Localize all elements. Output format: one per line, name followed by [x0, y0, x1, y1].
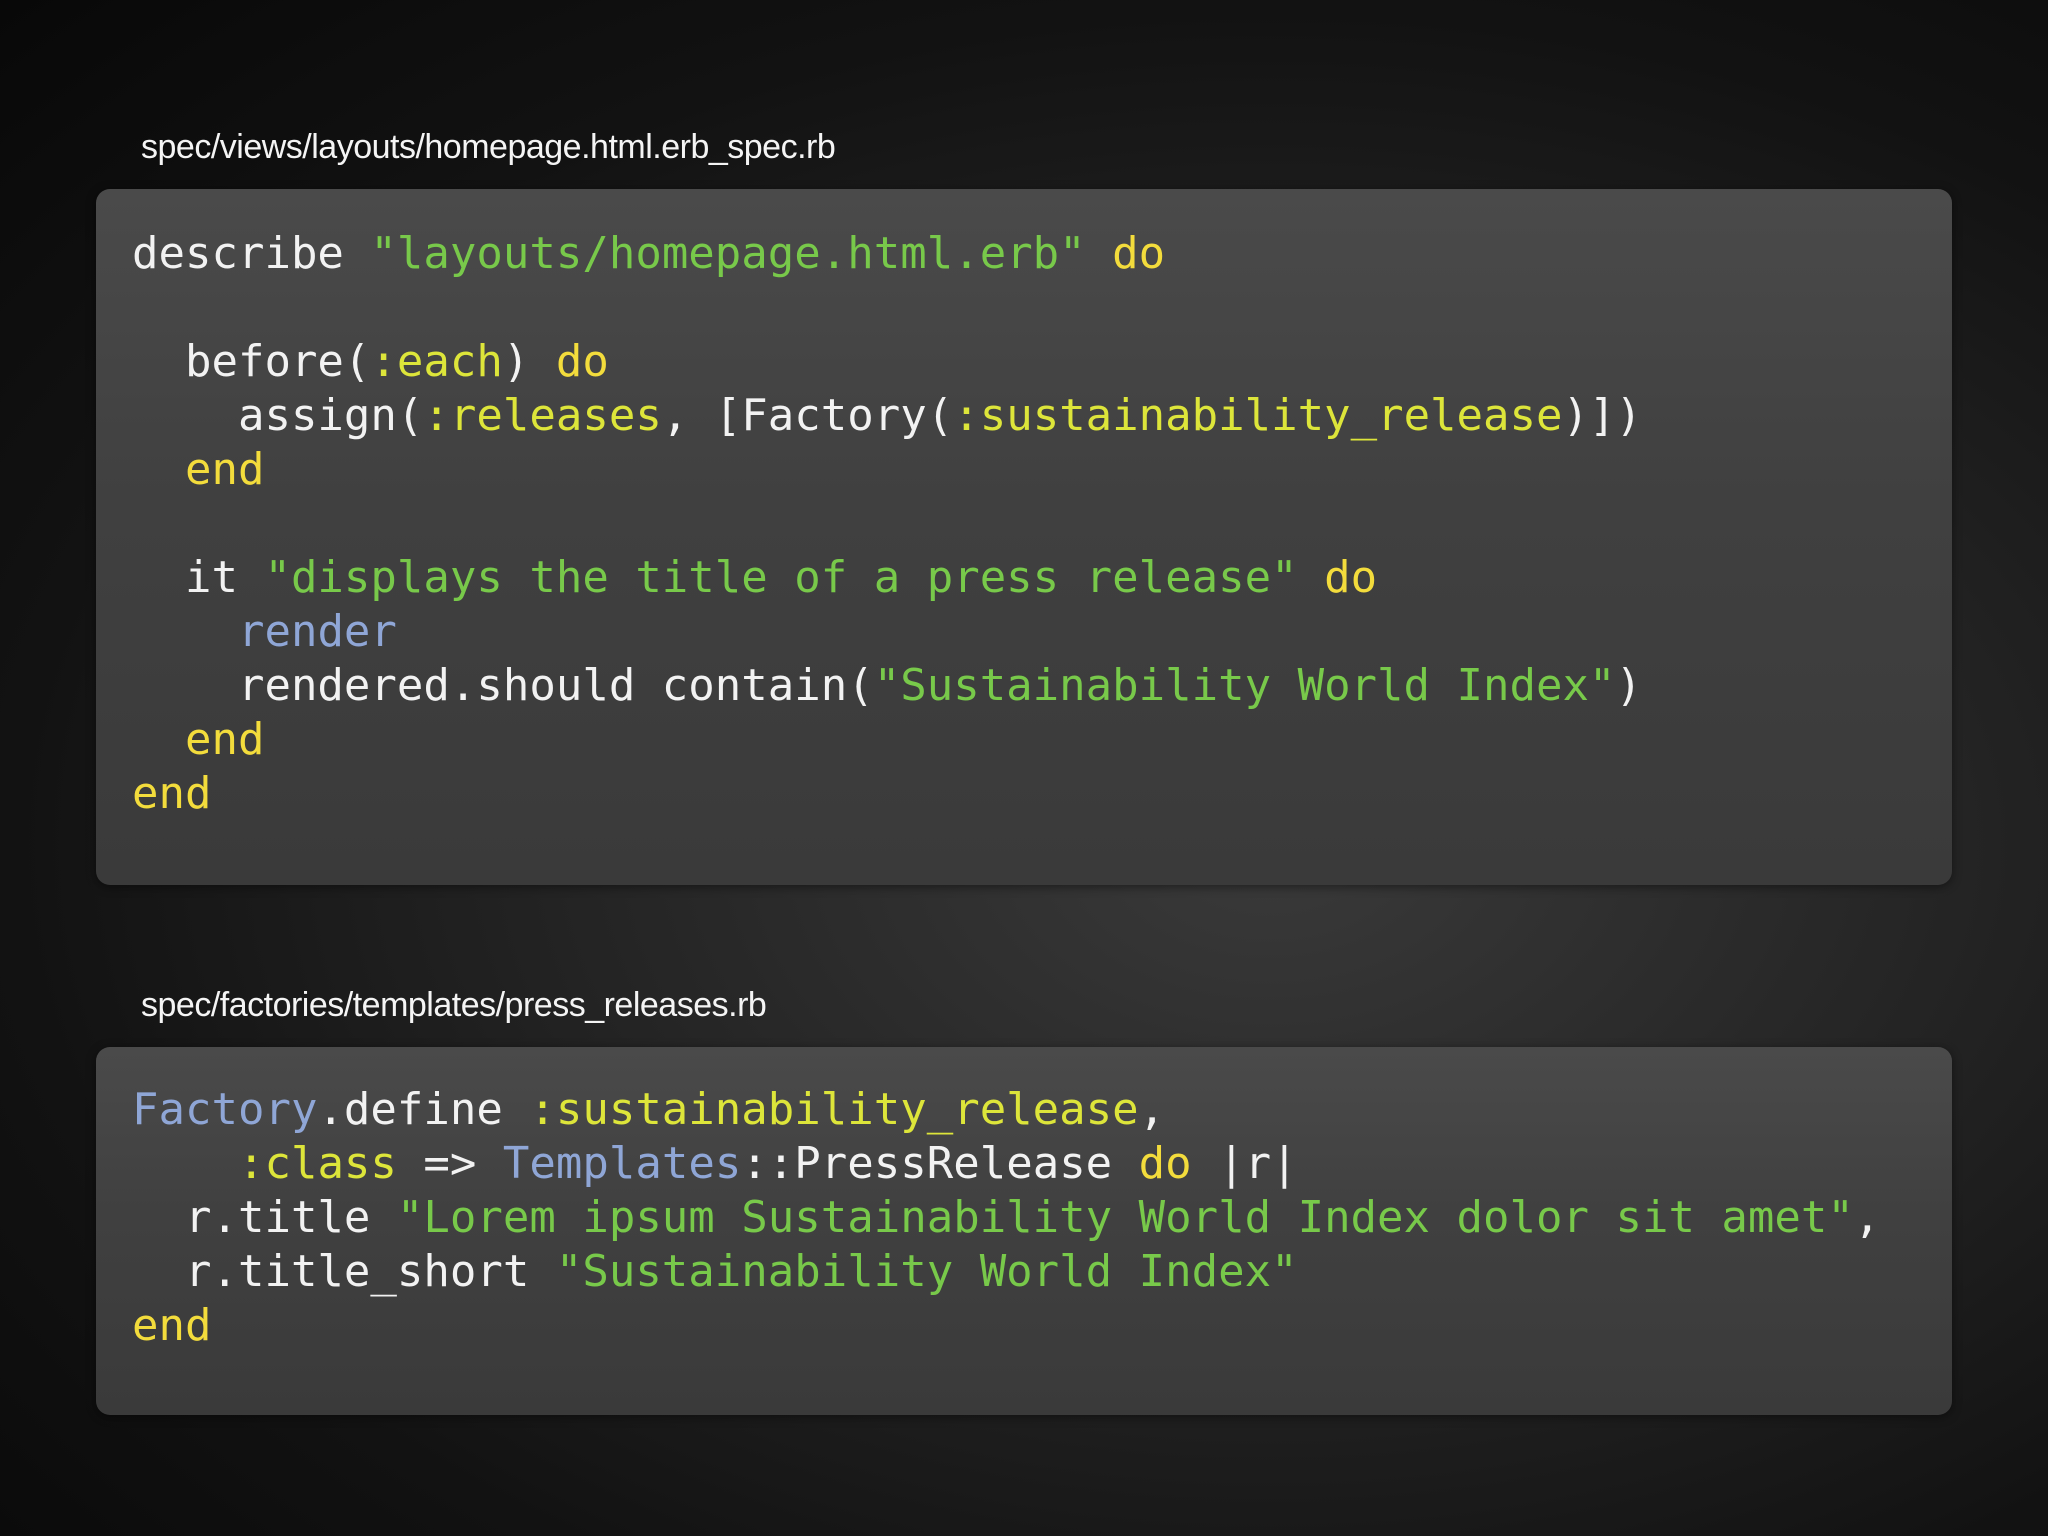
code-token-sym: :sustainability_release [953, 390, 1563, 441]
code-token-text: ) [1615, 660, 1642, 711]
code-token-call: Templates [502, 1138, 742, 1189]
code-line: end [132, 443, 264, 497]
code-token-text: , [1138, 1084, 1166, 1135]
code-line: render [132, 605, 397, 659]
code-token-str: "Sustainability World Index" [873, 660, 1616, 711]
code-token-kw: end [132, 1300, 212, 1351]
code-token-text: before( [132, 336, 371, 387]
code-token-text: , [1853, 1192, 1881, 1243]
code-token-text: )]) [1562, 390, 1642, 441]
code-line: r.title_short "Sustainability World Inde… [132, 1245, 1298, 1299]
code-token-text: |r| [1191, 1138, 1298, 1189]
code-token-str: "Sustainability World Index" [555, 1246, 1298, 1297]
code-token-kw: do [555, 336, 609, 387]
code-token-kw: end [132, 768, 212, 819]
code-token-kw: do [1324, 552, 1378, 603]
code-token-text: => [396, 1138, 503, 1189]
code-line: it "displays the title of a press releas… [132, 551, 1377, 605]
code-token-call: Factory [132, 1084, 318, 1135]
code-line: Factory.define :sustainability_release, [132, 1083, 1165, 1137]
code-token-sym: :class [237, 1138, 397, 1189]
code-token-text: .define [317, 1084, 530, 1135]
code-token-text: assign( [132, 390, 424, 441]
code-token-text: ::PressRelease [741, 1138, 1139, 1189]
code-token-kw: do [1138, 1138, 1192, 1189]
code-token-str: "Lorem ipsum Sustainability World Index … [396, 1192, 1854, 1243]
code-token-text: r.title_short [132, 1246, 556, 1297]
code-token-text: rendered.should contain( [132, 660, 874, 711]
code-token-text: describe [132, 228, 371, 279]
code-token-text: it [132, 552, 265, 603]
code-token-text: r.title [132, 1192, 397, 1243]
code-line: assign(:releases, [Factory(:sustainabili… [132, 389, 1642, 443]
code-line: describe "layouts/homepage.html.erb" do [132, 227, 1165, 281]
code-line: end [132, 767, 211, 821]
code-panel-factory: Factory.define :sustainability_release, … [96, 1047, 1952, 1415]
code-token-str: "displays the title of a press release" [264, 552, 1298, 603]
code-line: rendered.should contain("Sustainability … [132, 659, 1642, 713]
file-name-label-factory: spec/factories/templates/press_releases.… [141, 986, 767, 1024]
code-token-sym: :sustainability_release [529, 1084, 1139, 1135]
code-token-text: ) [502, 336, 556, 387]
code-panel-view-spec: describe "layouts/homepage.html.erb" do … [96, 189, 1952, 885]
file-name-label-view-spec: spec/views/layouts/homepage.html.erb_spe… [141, 128, 836, 166]
code-token-str: "layouts/homepage.html.erb" [370, 228, 1086, 279]
code-token-kw: end [184, 444, 265, 495]
code-line: end [132, 713, 264, 767]
code-token-kw: end [184, 714, 265, 765]
code-token-sym: :each [370, 336, 503, 387]
code-line: :class => Templates::PressRelease do |r| [132, 1137, 1298, 1191]
code-token-kw: do [1112, 228, 1166, 279]
code-line: before(:each) do [132, 335, 609, 389]
code-token-text: , [Factory( [661, 390, 954, 441]
code-token-call: render [237, 606, 397, 657]
code-token-sym: :releases [423, 390, 662, 441]
code-line: end [132, 1299, 211, 1353]
code-line: r.title "Lorem ipsum Sustainability Worl… [132, 1191, 1880, 1245]
